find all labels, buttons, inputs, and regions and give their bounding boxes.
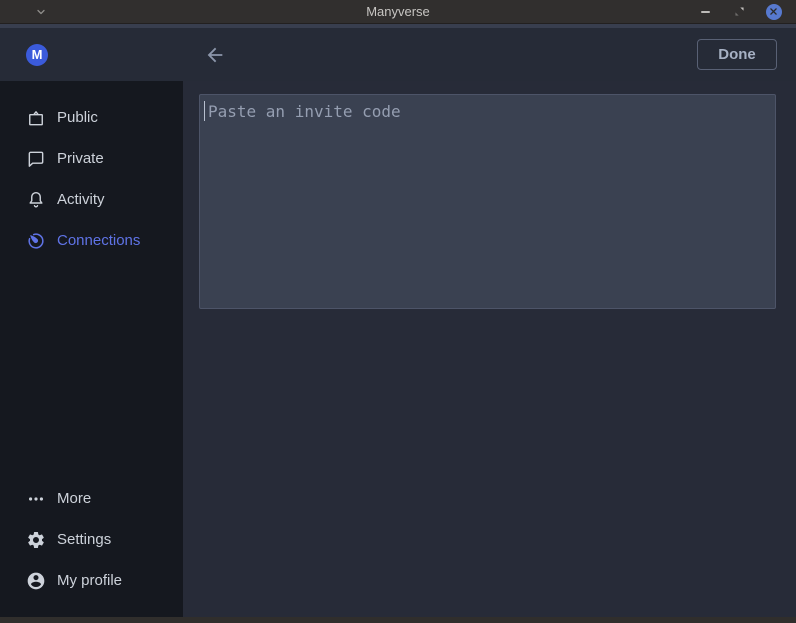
bell-icon [26,190,46,210]
sidebar-item-label: More [57,490,91,507]
window-title: Manyverse [0,4,796,19]
arrow-left-icon [204,44,226,66]
message-bubble-icon [26,149,46,169]
app-window: Manyverse M Done [0,0,796,623]
done-button[interactable]: Done [697,39,777,70]
sidebar-item-connections[interactable]: Connections [0,220,183,261]
sidebar-item-label: Public [57,109,98,126]
chevron-down-icon[interactable] [33,4,49,20]
close-icon [769,7,778,16]
window-bottom-border [0,617,796,623]
minimize-button[interactable] [697,3,714,20]
app-body: Public Private Activity [0,81,796,617]
restore-icon [733,5,746,18]
sidebar-item-activity[interactable]: Activity [0,179,183,220]
sidebar-item-label: Settings [57,531,111,548]
manyverse-logo-icon: M [26,44,48,66]
restore-button[interactable] [731,3,748,20]
sidebar-bottom-group: More Settings My [0,478,183,601]
sidebar-item-my-profile[interactable]: My profile [0,560,183,601]
sidebar-item-label: My profile [57,572,122,589]
account-circle-icon [26,571,46,591]
compass-gauge-icon [26,231,46,251]
sidebar-item-label: Activity [57,191,105,208]
sidebar-item-label: Connections [57,232,140,249]
back-button[interactable] [203,43,227,67]
gear-icon [26,530,46,550]
app-header: M Done [0,28,796,81]
sidebar: Public Private Activity [0,81,183,617]
minimize-icon [701,11,710,13]
bulletin-board-icon [26,108,46,128]
invite-code-textarea[interactable] [199,94,776,309]
sidebar-item-public[interactable]: Public [0,97,183,138]
sidebar-item-more[interactable]: More [0,478,183,519]
sidebar-item-settings[interactable]: Settings [0,519,183,560]
window-controls [697,3,782,20]
main-content [183,81,796,617]
close-button[interactable] [765,3,782,20]
sidebar-item-private[interactable]: Private [0,138,183,179]
sidebar-item-label: Private [57,150,104,167]
dots-horizontal-icon [26,489,46,509]
titlebar: Manyverse [0,0,796,24]
